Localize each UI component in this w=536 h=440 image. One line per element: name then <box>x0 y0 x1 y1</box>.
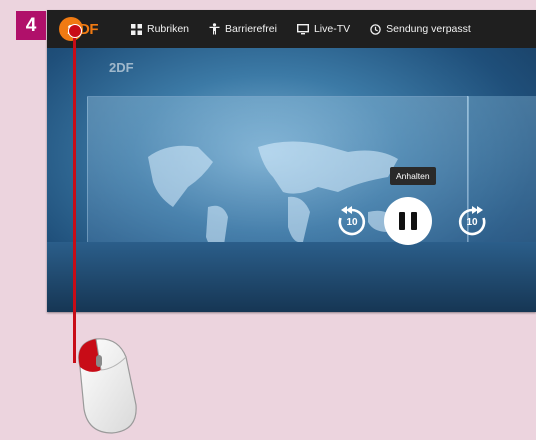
pause-icon-right-bar <box>411 212 417 230</box>
main-nav: Rubriken Barrierefrei Live-TV Sendung ve… <box>131 10 491 48</box>
nav-item-live-tv[interactable]: Live-TV <box>296 23 351 35</box>
pause-icon-left-bar <box>399 212 405 230</box>
skip-forward-seconds: 10 <box>466 217 478 228</box>
nav-item-sendung-verpasst[interactable]: Sendung verpasst <box>370 23 471 35</box>
nav-label-sendung-verpasst: Sendung verpasst <box>386 23 471 35</box>
top-navigation-bar: 2 DF Rubriken Barrierefrei <box>47 10 536 48</box>
pause-button[interactable] <box>384 197 432 245</box>
studio-floor <box>47 242 536 312</box>
pointer-line <box>73 30 76 363</box>
nav-label-barrierefrei: Barrierefrei <box>225 23 277 35</box>
channel-watermark: 2DF <box>109 60 134 75</box>
step-number-badge: 4 <box>16 11 46 40</box>
browser-screenshot: 2 DF Rubriken Barrierefrei <box>47 10 536 312</box>
nav-item-rubriken[interactable]: Rubriken <box>131 23 189 35</box>
click-target-marker <box>68 24 82 38</box>
nav-item-barrierefrei[interactable]: Barrierefrei <box>209 23 277 35</box>
skip-back-seconds: 10 <box>346 217 358 228</box>
skip-forward-button[interactable]: 10 <box>454 204 490 240</box>
pause-tooltip: Anhalten <box>390 167 436 185</box>
grid-icon <box>131 23 142 35</box>
skip-back-button[interactable]: 10 <box>334 204 370 240</box>
nav-label-rubriken: Rubriken <box>147 23 190 35</box>
nav-label-live-tv: Live-TV <box>313 23 351 35</box>
accessibility-icon <box>209 23 220 35</box>
clock-icon <box>370 23 381 35</box>
mouse-icon <box>70 335 150 440</box>
tv-icon <box>296 23 309 34</box>
video-player[interactable]: 2DF <box>47 48 536 312</box>
